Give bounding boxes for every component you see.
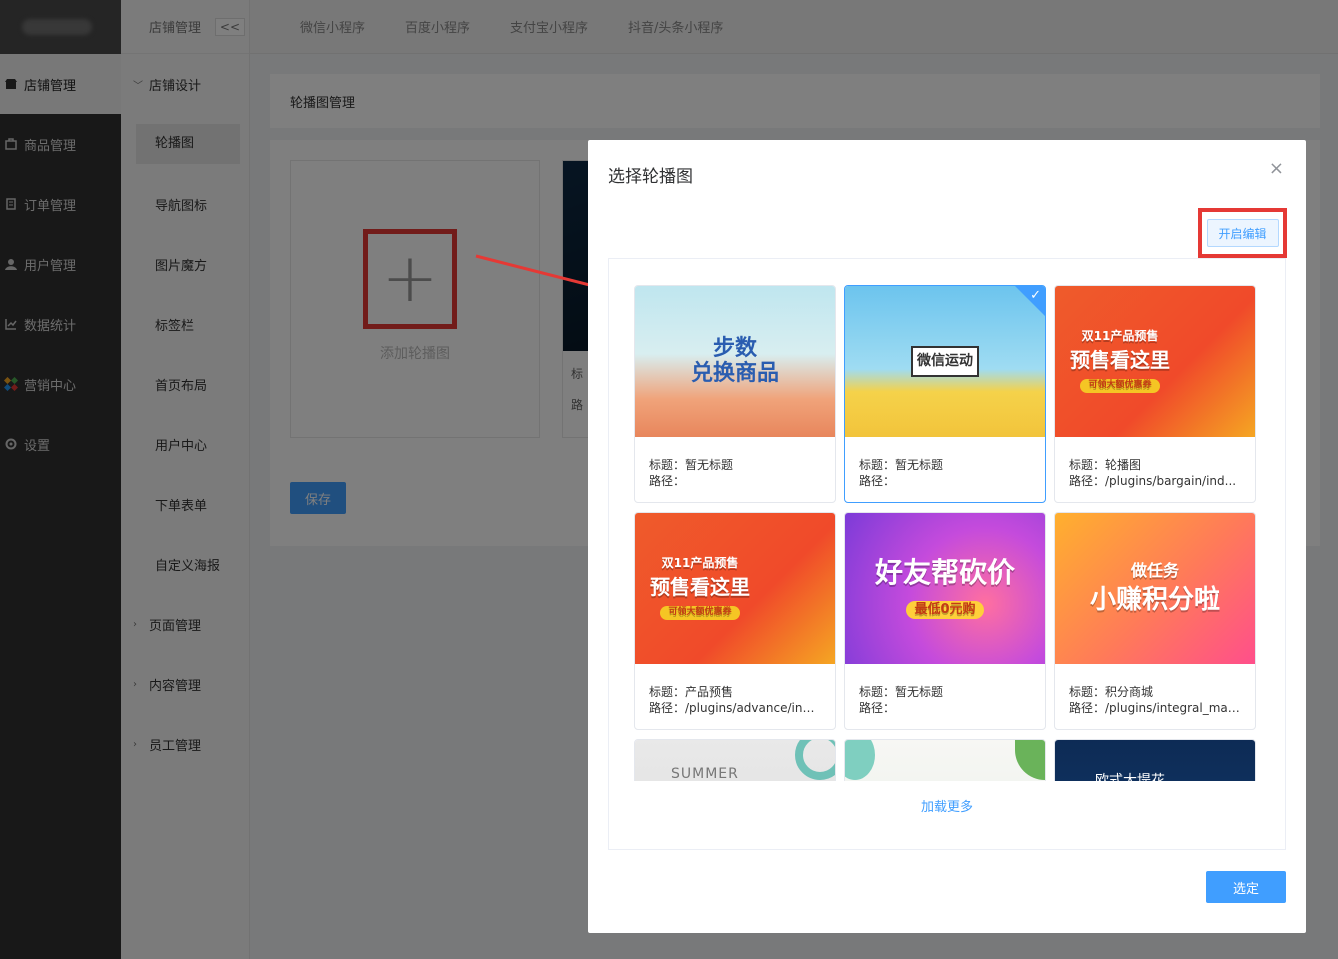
banner-title: 标题：暂无标题 bbox=[859, 458, 944, 472]
banner-option[interactable] bbox=[844, 739, 1046, 781]
banner-option[interactable]: 做任务 小赚积分啦 标题：积分商城 路径：/plugins/integral_m… bbox=[1054, 512, 1256, 730]
banner-image: SUMMER bbox=[635, 740, 835, 781]
banner-art-text: 预售看这里 bbox=[650, 575, 750, 600]
banner-image: 双11产品预售 预售看这里 可领大额优惠券 bbox=[1055, 286, 1255, 437]
banner-art-text: 做任务 bbox=[1130, 561, 1179, 581]
banner-picker-panel: 步数 兑换商品 标题：暂无标题 路径： 微信运动 ✓ 标题：暂无标题 路径： 双… bbox=[608, 258, 1286, 850]
banner-option[interactable]: 步数 兑换商品 标题：暂无标题 路径： bbox=[634, 285, 836, 503]
banner-meta: 标题：暂无标题 路径： bbox=[845, 664, 1045, 716]
banner-meta: 标题：产品预售 路径：/plugins/advance/ind... bbox=[635, 664, 835, 716]
banner-art-text: SUMMER bbox=[671, 766, 739, 781]
banner-path: 路径：/plugins/integral_mal... bbox=[1069, 701, 1241, 715]
banner-meta: 标题：积分商城 路径：/plugins/integral_mal... bbox=[1055, 664, 1255, 716]
banner-art-text: 预售看这里 bbox=[1070, 348, 1170, 373]
banner-meta: 标题：暂无标题 路径： bbox=[845, 437, 1045, 489]
select-banner-dialog: 选择轮播图 × 开启编辑 步数 兑换商品 标题：暂无标题 路径： 微信运动 ✓ … bbox=[588, 140, 1306, 933]
banner-art-tag: 可领大额优惠券 bbox=[660, 606, 740, 621]
banner-art-text: 小赚积分啦 bbox=[1089, 585, 1220, 615]
confirm-button[interactable]: 选定 bbox=[1206, 871, 1286, 903]
banner-art-tag: 可领大额优惠券 bbox=[1080, 379, 1160, 394]
banner-image: 步数 兑换商品 bbox=[635, 286, 835, 437]
banner-path: 路径： bbox=[859, 474, 896, 488]
banner-art-text: 双11产品预售 bbox=[661, 555, 739, 570]
banner-option[interactable]: 欧式大堤花 bbox=[1054, 739, 1256, 781]
check-icon: ✓ bbox=[1030, 288, 1041, 303]
banner-option[interactable]: SUMMER bbox=[634, 739, 836, 781]
banner-art-text: 欧式大堤花 bbox=[1095, 773, 1165, 781]
banner-title: 标题：暂无标题 bbox=[859, 685, 944, 699]
banner-art-text: 步数 bbox=[712, 336, 757, 362]
banner-art-text: 好友帮砍价 bbox=[874, 555, 1015, 589]
banner-art-tag: 最低0元购 bbox=[906, 600, 984, 619]
banner-art-text: 双11产品预售 bbox=[1081, 328, 1159, 343]
banner-art-text: 微信运动 bbox=[917, 352, 973, 369]
banner-path: 路径：/plugins/advance/ind... bbox=[649, 701, 821, 715]
banner-image: 好友帮砍价 最低0元购 bbox=[845, 513, 1045, 664]
banner-grid: 步数 兑换商品 标题：暂无标题 路径： 微信运动 ✓ 标题：暂无标题 路径： 双… bbox=[634, 285, 1264, 781]
banner-option[interactable]: 双11产品预售 预售看这里 可领大额优惠券 标题：轮播图 路径：/plugins… bbox=[1054, 285, 1256, 503]
enable-edit-button[interactable]: 开启编辑 bbox=[1206, 219, 1279, 247]
banner-path: 路径：/plugins/bargain/ind... bbox=[1069, 474, 1237, 488]
banner-image: 双11产品预售 预售看这里 可领大额优惠券 bbox=[635, 513, 835, 664]
banner-image: 做任务 小赚积分啦 bbox=[1055, 513, 1255, 664]
banner-path: 路径： bbox=[649, 474, 686, 488]
banner-title: 标题：产品预售 bbox=[649, 685, 734, 699]
banner-title: 标题：积分商城 bbox=[1069, 685, 1154, 699]
banner-path: 路径： bbox=[859, 701, 896, 715]
load-more-link[interactable]: 加载更多 bbox=[609, 796, 1285, 815]
banner-option-selected[interactable]: 微信运动 ✓ 标题：暂无标题 路径： bbox=[844, 285, 1046, 503]
banner-image: 欧式大堤花 bbox=[1055, 740, 1255, 781]
close-icon[interactable]: × bbox=[1269, 158, 1284, 179]
banner-option[interactable]: 双11产品预售 预售看这里 可领大额优惠券 标题：产品预售 路径：/plugin… bbox=[634, 512, 836, 730]
banner-option[interactable]: 好友帮砍价 最低0元购 标题：暂无标题 路径： bbox=[844, 512, 1046, 730]
edit-highlight: 开启编辑 bbox=[1198, 208, 1287, 258]
dialog-title: 选择轮播图 bbox=[608, 167, 693, 187]
banner-title: 标题：轮播图 bbox=[1069, 458, 1142, 472]
banner-meta: 标题：暂无标题 路径： bbox=[635, 437, 835, 489]
banner-image bbox=[845, 740, 1045, 781]
banner-title: 标题：暂无标题 bbox=[649, 458, 734, 472]
banner-meta: 标题：轮播图 路径：/plugins/bargain/ind... bbox=[1055, 437, 1255, 489]
banner-art-text: 兑换商品 bbox=[690, 360, 779, 386]
